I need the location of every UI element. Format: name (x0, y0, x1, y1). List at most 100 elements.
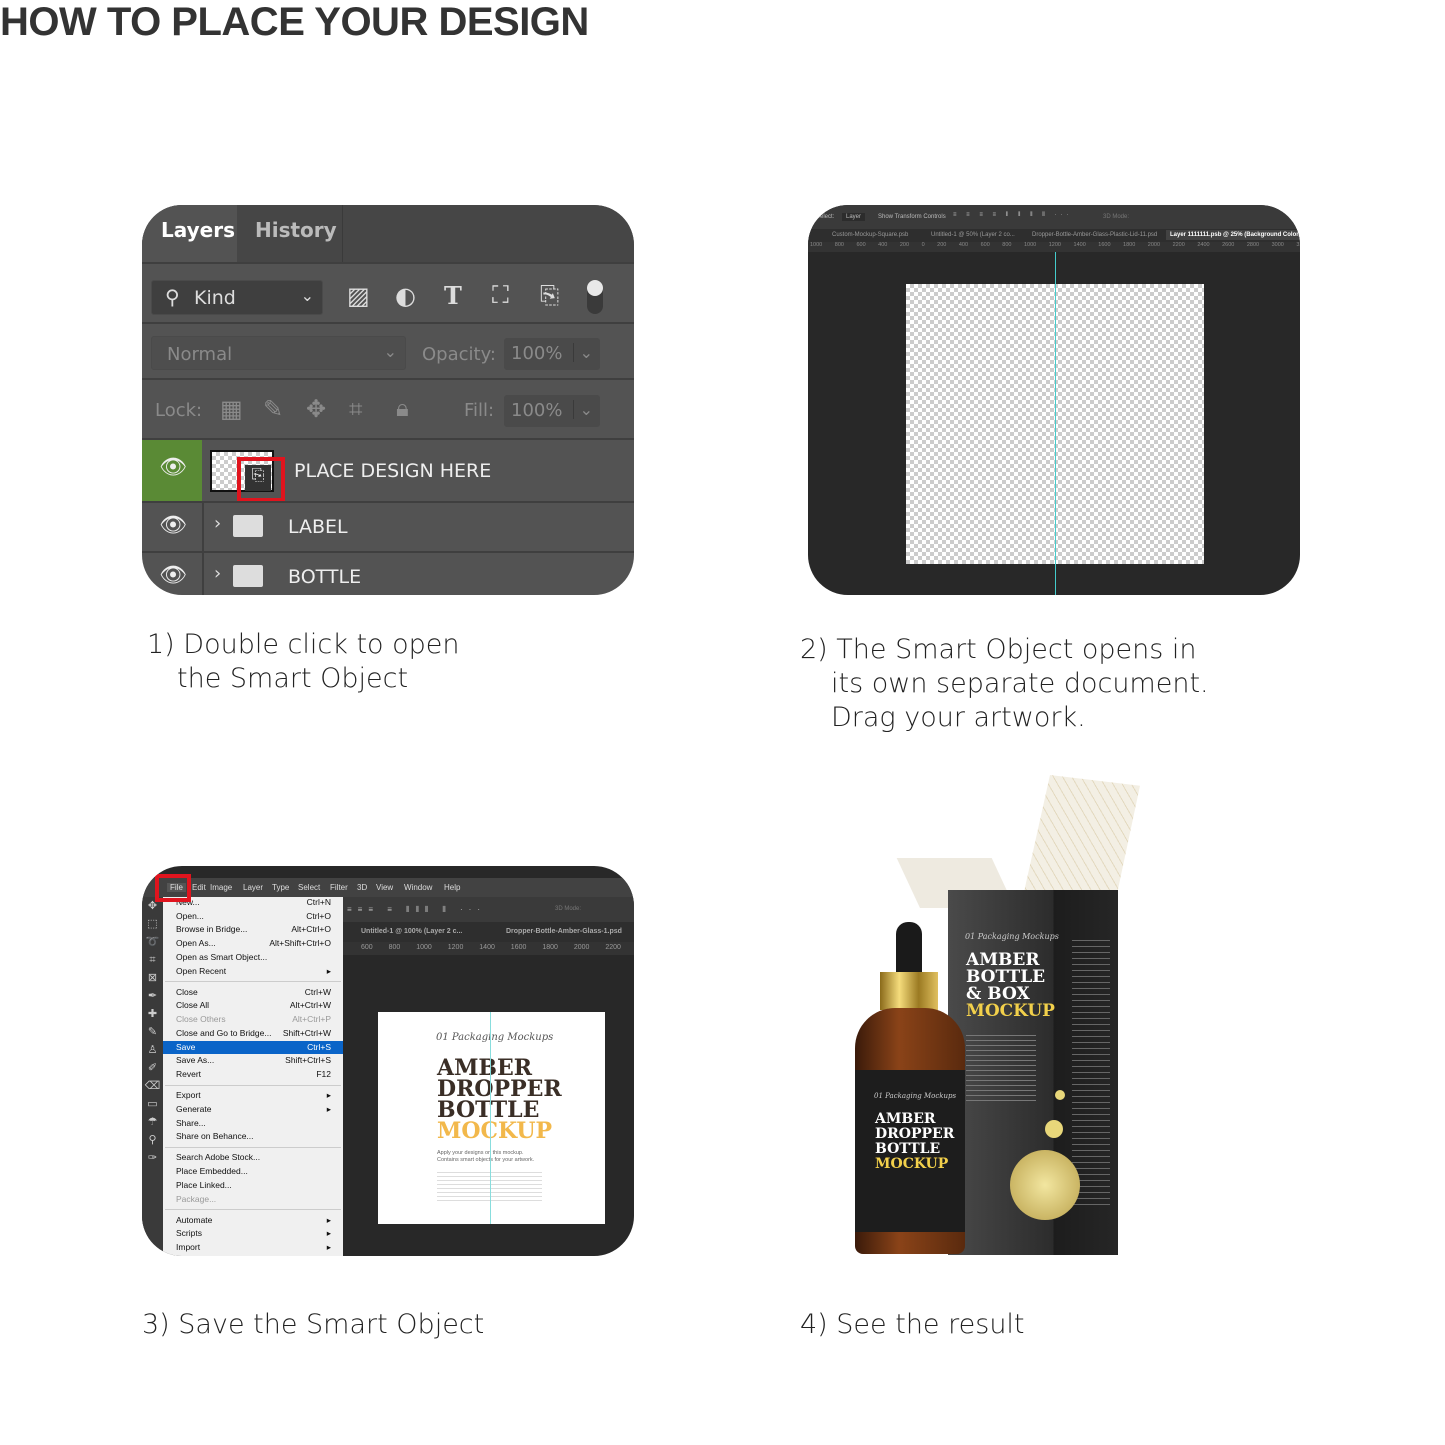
3d-mode-label: 3D Mode: (1103, 214, 1130, 220)
menu-item-shortcut: Alt+Ctrl+O (291, 924, 331, 935)
menu-item[interactable]: Close Others Alt+Ctrl+P (163, 1013, 343, 1027)
lock-icon[interactable]: 🔒︎ (396, 394, 409, 422)
menu-item-label: Save (176, 1041, 196, 1052)
fill-label: Fill: (464, 400, 495, 421)
brush-icon[interactable]: ✎ (263, 395, 283, 423)
menu-item[interactable]: Close and Go to Bridge... Shift+Ctrl+W (163, 1027, 343, 1041)
menu-item[interactable]: Package... (163, 1193, 343, 1207)
gradient-tool-icon[interactable]: ▭ (142, 1095, 163, 1113)
pen-tool-icon[interactable]: ✑ (142, 1149, 163, 1167)
3d-mode-label: 3D Mode: (555, 906, 582, 912)
eye-icon[interactable]: 👁︎ (159, 513, 187, 538)
menu-filter[interactable]: Filter (330, 883, 348, 892)
move-icon[interactable]: ✥ (306, 395, 326, 423)
tab-history[interactable]: History (238, 205, 343, 262)
menu-item[interactable]: Place Linked... (163, 1179, 343, 1193)
history-brush-icon[interactable]: ✐ (142, 1059, 163, 1077)
chevron-down-icon: ⌄ (572, 400, 593, 419)
bottle-heading: AMBER DROPPER BOTTLE MOCKUP (875, 1112, 954, 1172)
document-tab-active[interactable]: Layer 1111111.psb @ 25% (Background Colo… (1166, 230, 1300, 240)
document-tab[interactable]: Custom-Mockup-Square.psb (832, 232, 908, 238)
filter-toggle-icon[interactable] (587, 280, 603, 314)
menu-item[interactable]: Close Ctrl+W (163, 986, 343, 1000)
layer-name: BOTTLE (288, 566, 362, 588)
eye-icon[interactable]: 👁︎ (159, 563, 187, 588)
menu-item[interactable]: Revert F12 (163, 1068, 343, 1082)
menu-item[interactable]: Save As... Shift+Ctrl+S (163, 1054, 343, 1068)
align-icons[interactable]: ≡ ≡ ≡ ≡ ⫴ ⫴ ⫴ ⫴ ··· (953, 212, 1072, 219)
crop-tool-icon[interactable]: ⌗ (142, 951, 163, 969)
menu-window[interactable]: Window (404, 883, 432, 892)
eraser-tool-icon[interactable]: ⌫ (142, 1077, 163, 1095)
menu-item[interactable]: Share on Behance... (163, 1130, 343, 1144)
adjustment-filter-icon[interactable]: ◐ (395, 282, 416, 310)
layer-row-label[interactable]: 👁︎ › LABEL (142, 501, 634, 553)
menu-item-shortcut: ▸ (326, 965, 331, 976)
menu-3d[interactable]: 3D (357, 883, 367, 892)
kind-filter-dropdown[interactable]: ⚲ Kind ⌄ (151, 280, 323, 315)
file-menu: New... Ctrl+N Open... Ctrl+O Browse in Bridg… (163, 897, 343, 1256)
menu-type[interactable]: Type (272, 883, 289, 892)
page-title: HOW TO PLACE YOUR DESIGN (0, 0, 589, 44)
menu-item[interactable]: Automate ▸ (163, 1214, 343, 1228)
menu-item-label: Revert (176, 1068, 202, 1079)
gold-circle (1055, 1090, 1065, 1100)
chevron-right-icon[interactable]: › (214, 563, 221, 584)
align-icons[interactable]: ≡≡≡ ≡ ⫴⫴⫴ ⫴ ··· (347, 905, 486, 915)
document-tab[interactable]: Dropper-Bottle-Amber-Glass-1.psd (506, 928, 622, 935)
menu-image[interactable]: Image (210, 883, 232, 892)
frame-tool-icon[interactable]: ⊠ (142, 969, 163, 987)
menu-edit[interactable]: Edit (192, 883, 206, 892)
menu-item[interactable]: Open Recent ▸ (163, 965, 343, 979)
menu-layer[interactable]: Layer (243, 883, 263, 892)
menu-item[interactable]: Save Ctrl+S (163, 1040, 343, 1055)
menu-item[interactable]: Export ▸ (163, 1089, 343, 1103)
menu-item[interactable]: Open... Ctrl+O (163, 910, 343, 924)
lasso-tool-icon[interactable]: ➰ (142, 933, 163, 951)
layer-row-bottle[interactable]: 👁︎ › BOTTLE (142, 551, 634, 595)
opacity-value: 100% (511, 343, 563, 364)
menu-item[interactable]: Place Embedded... (163, 1165, 343, 1179)
menu-help[interactable]: Help (444, 883, 460, 892)
menu-item[interactable]: Browse in Bridge... Alt+Ctrl+O (163, 923, 343, 937)
menu-item[interactable]: Search Adobe Stock... (163, 1151, 343, 1165)
type-filter-icon[interactable]: T (444, 281, 462, 310)
blur-tool-icon[interactable]: ☂ (142, 1113, 163, 1131)
healing-tool-icon[interactable]: ✚ (142, 1005, 163, 1023)
menu-item[interactable]: Share... (163, 1117, 343, 1131)
gold-circle (1045, 1120, 1063, 1138)
tab-layers[interactable]: Layers (142, 205, 237, 262)
stamp-tool-icon[interactable]: ♙ (142, 1041, 163, 1059)
fill-field[interactable]: 100% ⌄ (504, 395, 600, 427)
menu-item[interactable]: Open As... Alt+Shift+Ctrl+O (163, 937, 343, 951)
dodge-tool-icon[interactable]: ⚲ (142, 1131, 163, 1149)
document-tab[interactable]: Dropper-Bottle-Amber-Glass-Plastic-Lid-1… (1032, 232, 1157, 238)
document-tab[interactable]: Untitled-1 @ 50% (Layer 2 co... (931, 232, 1015, 238)
menu-view[interactable]: View (376, 883, 393, 892)
image-filter-icon[interactable]: ▨ (347, 282, 370, 310)
layer-row-place-design[interactable]: 👁︎ ⎘ PLACE DESIGN HERE (142, 438, 634, 502)
menu-item[interactable]: Close All Alt+Ctrl+W (163, 999, 343, 1013)
shape-filter-icon[interactable]: ⛶ (492, 281, 509, 309)
menu-item-label: Close All (176, 1000, 210, 1011)
menu-item[interactable]: Import ▸ (163, 1241, 343, 1255)
visibility-toggle[interactable]: 👁︎ (142, 440, 202, 501)
show-transform-controls-checkbox[interactable]: Show Transform Controls (878, 214, 946, 220)
menu-item-shortcut: Alt+Shift+Ctrl+O (269, 938, 331, 949)
menu-item[interactable]: Scripts ▸ (163, 1227, 343, 1241)
brush-tool-icon[interactable]: ✎ (142, 1023, 163, 1041)
marquee-tool-icon[interactable]: ⬚ (142, 915, 163, 933)
smart-object-filter-icon[interactable]: ⎘ (540, 281, 559, 309)
menu-select[interactable]: Select (298, 883, 320, 892)
ruler: 1000 800 600 400 200 0 200 400 600 800 1… (808, 242, 1300, 252)
auto-select-dropdown[interactable]: Layer (842, 213, 866, 221)
chevron-right-icon[interactable]: › (214, 513, 221, 534)
document-tab[interactable]: Untitled-1 @ 100% (Layer 2 c... (361, 928, 462, 935)
menu-item[interactable]: Open as Smart Object... (163, 951, 343, 965)
artboard-icon[interactable]: ⌗ (349, 395, 363, 423)
lock-transparent-pixels-icon[interactable]: ▦ (220, 395, 243, 423)
eyedropper-tool-icon[interactable]: ✒ (142, 987, 163, 1005)
menu-item[interactable]: Generate ▸ (163, 1103, 343, 1117)
blend-mode-dropdown[interactable]: Normal ⌄ (151, 336, 406, 370)
opacity-field[interactable]: 100% ⌄ (504, 338, 600, 370)
